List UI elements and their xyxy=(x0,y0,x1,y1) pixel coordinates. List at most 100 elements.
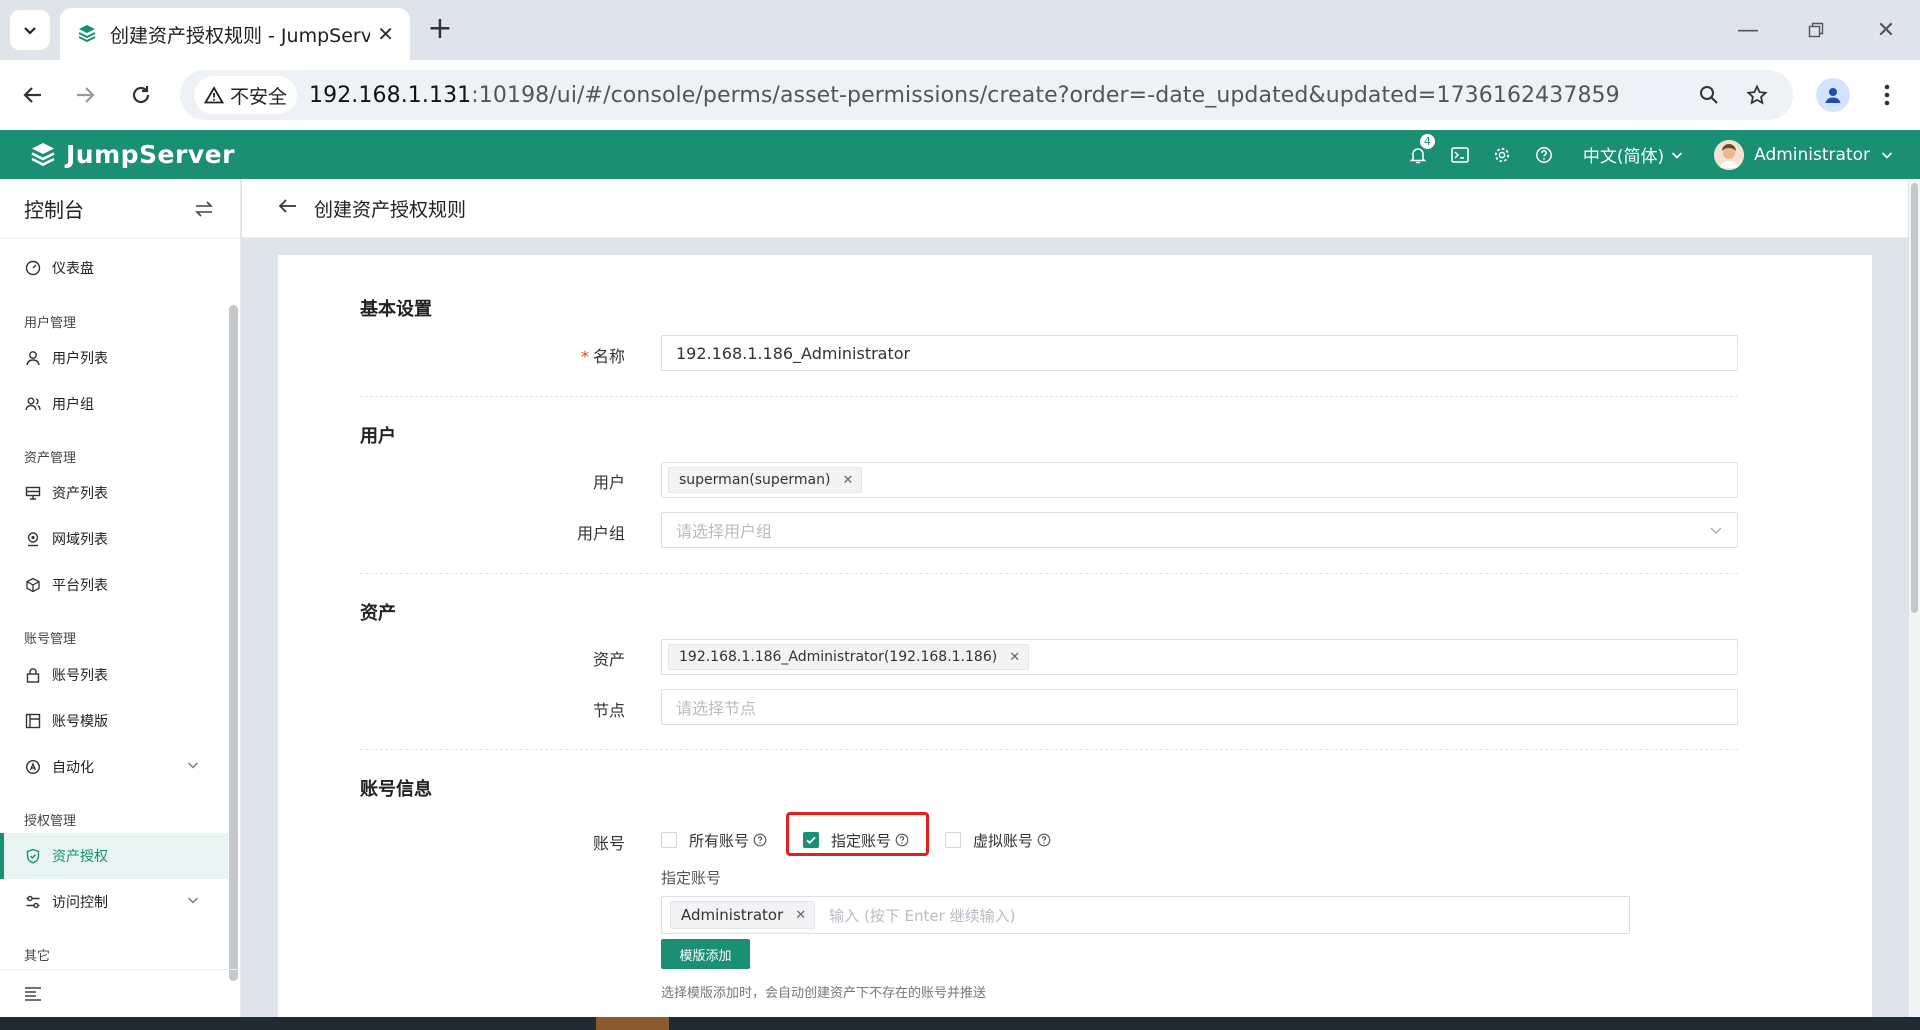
question-circle-icon[interactable] xyxy=(1037,833,1051,847)
tab-search-button[interactable] xyxy=(10,10,50,50)
section-divider xyxy=(360,749,1738,750)
sidebar-group-assets: 资产管理 xyxy=(24,451,77,466)
sidebar-collapse-button[interactable] xyxy=(0,969,240,1017)
sidebar-item-label: 资产授权 xyxy=(52,849,108,865)
asset-select[interactable]: 192.168.1.186_Administrator(192.168.1.18… xyxy=(661,639,1738,675)
browser-tab-active[interactable]: 创建资产授权规则 - JumpServer ✕ xyxy=(60,8,410,60)
bookmark-button[interactable] xyxy=(1740,78,1774,112)
browser-menu-button[interactable] xyxy=(1870,78,1904,112)
page-scrollbar[interactable] xyxy=(1909,179,1920,1017)
more-vertical-icon xyxy=(1884,84,1890,106)
security-indicator[interactable]: 不安全 xyxy=(194,76,298,114)
search-icon xyxy=(1700,86,1718,104)
chip-remove-icon[interactable]: ✕ xyxy=(795,908,806,923)
address-bar[interactable]: 不安全 192.168.1.131:10198/ui/#/console/per… xyxy=(180,70,1793,120)
jumpserver-logo[interactable]: JumpServer xyxy=(28,140,235,170)
zoom-button[interactable] xyxy=(1692,78,1726,112)
chevron-down-icon xyxy=(1710,527,1722,534)
page-back-button[interactable] xyxy=(278,198,298,218)
view-switch-button[interactable] xyxy=(194,199,214,223)
sidebar-title: 控制台 xyxy=(24,198,84,222)
gear-icon xyxy=(1494,147,1509,162)
minimize-button[interactable]: — xyxy=(1728,12,1768,48)
notification-badge: 4 xyxy=(1418,133,1436,150)
section-basic-title: 基本设置 xyxy=(360,299,432,320)
sidebar-scrollbar[interactable] xyxy=(229,305,238,981)
sidebar-item-dashboard[interactable]: 仪表盘 xyxy=(0,245,228,291)
sidebar-item-account-list[interactable]: 账号列表 xyxy=(0,652,228,698)
sidebar-item-account-template[interactable]: 账号模版 xyxy=(0,698,228,744)
help-button[interactable] xyxy=(1523,130,1565,179)
sidebar-item-automation[interactable]: 自动化 xyxy=(0,744,228,790)
monitor-icon xyxy=(24,484,42,502)
chevron-down-icon xyxy=(1672,151,1683,159)
arrow-left-icon xyxy=(278,199,296,213)
node-select[interactable]: 请选择节点 xyxy=(661,689,1738,725)
section-divider xyxy=(360,573,1738,574)
sidebar-item-asset-list[interactable]: 资产列表 xyxy=(0,470,228,516)
settings-button[interactable] xyxy=(1481,130,1523,179)
jumpserver-favicon-icon xyxy=(78,25,96,43)
user-chip-label: superman(superman) xyxy=(679,472,831,488)
sidebar-item-label: 网域列表 xyxy=(52,532,108,548)
sidebar-item-asset-permissions[interactable]: 资产授权 xyxy=(0,833,228,879)
warning-icon xyxy=(204,86,224,104)
sidebar-item-label: 平台列表 xyxy=(52,578,108,594)
template-add-button[interactable]: 模版添加 xyxy=(661,939,750,969)
page-scrollbar-thumb[interactable] xyxy=(1911,183,1918,613)
reload-icon xyxy=(132,86,150,104)
sidebar-group-users: 用户管理 xyxy=(24,316,77,331)
question-circle-icon[interactable] xyxy=(753,833,767,847)
virtual-accounts-checkbox[interactable]: 虚拟账号 xyxy=(945,830,1051,851)
name-label: * 名称 xyxy=(580,347,625,366)
close-window-button[interactable]: ✕ xyxy=(1866,12,1906,48)
web-terminal-button[interactable] xyxy=(1439,130,1481,179)
chip-remove-icon[interactable]: ✕ xyxy=(842,473,853,488)
taskbar-app[interactable] xyxy=(596,1017,669,1030)
lock-icon xyxy=(24,666,42,684)
profile-button[interactable] xyxy=(1816,78,1850,112)
new-tab-button[interactable]: + xyxy=(424,14,456,46)
sidebar-item-user-list[interactable]: 用户列表 xyxy=(0,335,228,381)
header-actions: 4 中文(简体) Administrator xyxy=(1397,130,1920,179)
sidebar-item-label: 访问控制 xyxy=(52,895,108,911)
user-group-label: 用户组 xyxy=(576,524,625,543)
user-select[interactable]: superman(superman) ✕ xyxy=(661,462,1738,498)
sidebar-item-user-group[interactable]: 用户组 xyxy=(0,381,228,427)
sidebar-item-label: 自动化 xyxy=(52,760,94,776)
forward-button[interactable] xyxy=(66,76,104,114)
notification-button[interactable]: 4 xyxy=(1397,130,1439,179)
account-input-placeholder: 输入 (按下 Enter 继续输入) xyxy=(829,906,1016,925)
menu-fold-icon xyxy=(25,986,41,1001)
sidebar-group-permissions: 授权管理 xyxy=(24,814,77,829)
user-label: 用户 xyxy=(592,473,625,492)
user-group-placeholder: 请选择用户组 xyxy=(676,522,773,541)
template-icon xyxy=(24,712,42,730)
language-switcher[interactable]: 中文(简体) xyxy=(1583,142,1684,167)
user-menu[interactable]: Administrator xyxy=(1714,139,1894,170)
sidebar-item-zone-list[interactable]: 网域列表 xyxy=(0,516,228,562)
user-group-select[interactable]: 请选择用户组 xyxy=(661,512,1738,548)
checkbox-box[interactable] xyxy=(661,832,677,848)
reload-button[interactable] xyxy=(122,76,160,114)
checkbox-box[interactable] xyxy=(945,832,962,848)
section-accounts-title: 账号信息 xyxy=(360,779,432,800)
chip-remove-icon[interactable]: ✕ xyxy=(1009,650,1020,665)
tab-close-icon[interactable]: ✕ xyxy=(377,22,394,46)
sidebar-item-access-control[interactable]: 访问控制 xyxy=(0,879,228,925)
star-icon xyxy=(1746,84,1768,105)
restore-button[interactable] xyxy=(1796,12,1836,48)
users-icon xyxy=(24,395,42,413)
access-control-icon xyxy=(24,893,42,911)
url-text: 192.168.1.131:10198/ui/#/console/perms/a… xyxy=(309,83,1620,108)
back-button[interactable] xyxy=(14,76,52,114)
browser-tabstrip: 创建资产授权规则 - JumpServer ✕ + — ✕ xyxy=(0,0,1920,60)
os-taskbar xyxy=(0,1017,1920,1030)
all-accounts-checkbox[interactable]: 所有账号 xyxy=(661,830,767,851)
chevron-down-icon xyxy=(188,897,198,904)
sidebar-menu: 仪表盘 用户管理 用户列表 用户组 资产管理 资产列表 网域列表 平台列表 账号… xyxy=(0,239,240,1029)
account-tag-input[interactable]: Administrator ✕ 输入 (按下 Enter 继续输入) xyxy=(661,896,1630,934)
sidebar-item-platform-list[interactable]: 平台列表 xyxy=(0,562,228,608)
chevron-down-icon xyxy=(24,27,36,35)
name-input[interactable]: 192.168.1.186_Administrator xyxy=(661,335,1738,371)
